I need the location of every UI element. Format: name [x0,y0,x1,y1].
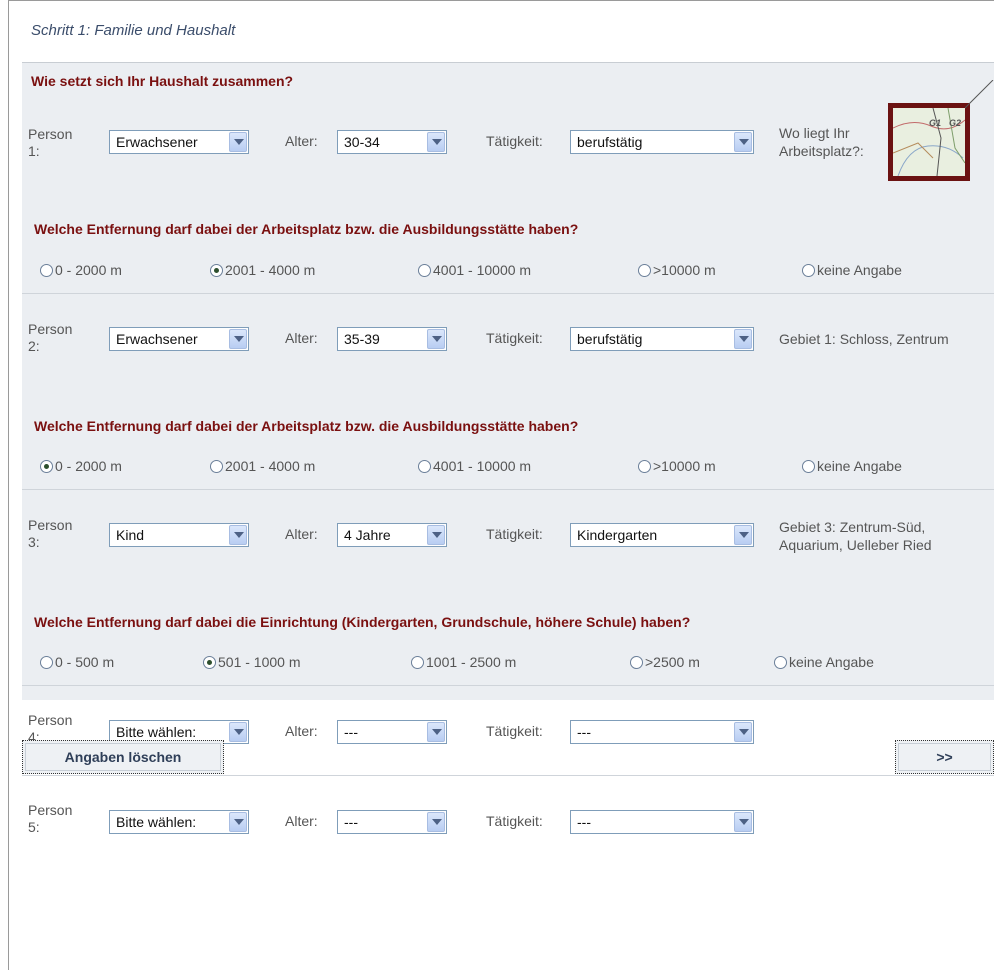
chevron-down-icon [229,722,247,742]
map-pointer-line [965,80,994,109]
person-1-label: Person 1: [28,126,73,159]
panel-top-rule [22,62,994,63]
radio-icon [411,655,424,669]
chevron-down-icon [229,525,247,545]
chevron-down-icon [229,812,247,832]
distance-1-option-4[interactable]: keine Angabe [802,262,902,278]
distance-1-option-1[interactable]: 2001 - 4000 m [210,262,315,278]
distance-2-option-3[interactable]: >10000 m [638,458,716,474]
chevron-down-icon [427,812,445,832]
person-2-label: Person 2: [28,321,73,354]
chevron-down-icon [229,132,247,152]
person-5-type-select[interactable]: Bitte wählen: [109,810,249,834]
radio-icon [774,655,787,669]
person-1-age-label: Alter: [285,133,318,149]
person-5-age-select[interactable]: --- [337,810,447,834]
radio-icon [418,263,431,277]
chevron-down-icon [734,132,752,152]
radio-checked-icon [203,655,216,669]
step-title: Schritt 1: Familie und Haushalt [31,22,236,39]
next-button-label: >> [898,743,991,771]
radio-icon [418,459,431,473]
chevron-down-icon [229,329,247,349]
person-1-activity-label: Tätigkeit: [486,133,543,149]
person-4-activity-label: Tätigkeit: [486,723,543,739]
chevron-down-icon [734,812,752,832]
person-2-age-label: Alter: [285,330,318,346]
clear-button[interactable]: Angaben löschen [22,740,224,774]
next-button[interactable]: >> [895,740,994,774]
radio-icon [210,459,223,473]
person-2-activity-label: Tätigkeit: [486,330,543,346]
distance-3-option-0[interactable]: 0 - 500 m [40,654,114,670]
distance-3-option-4[interactable]: keine Angabe [774,654,874,670]
radio-icon [40,655,53,669]
household-question: Wie setzt sich Ihr Haushalt zusammen? [31,73,294,89]
person-3-age-label: Alter: [285,526,318,542]
person-1-type-select[interactable]: Erwachsener [109,130,249,154]
chevron-down-icon [427,132,445,152]
person-3-age-select[interactable]: 4 Jahre [337,523,447,547]
chevron-down-icon [427,722,445,742]
person-4-age-label: Alter: [285,723,318,739]
person-2-info: Gebiet 1: Schloss, Zentrum [779,331,949,347]
person-3-activity-label: Tätigkeit: [486,526,543,542]
distance-1-option-0[interactable]: 0 - 2000 m [40,262,122,278]
distance-2-option-4[interactable]: keine Angabe [802,458,902,474]
map-label-g2: G2 [949,118,962,128]
person-1-age-select[interactable]: 30-34 [337,130,447,154]
radio-checked-icon [40,459,53,473]
divider [22,775,994,776]
divider [22,293,994,294]
person-2-activity-select[interactable]: berufstätig [570,327,754,351]
radio-icon [802,263,815,277]
distance-question-1: Welche Entfernung darf dabei der Arbeits… [34,221,579,237]
clear-button-label: Angaben löschen [25,743,221,771]
person-2-age-select[interactable]: 35-39 [337,327,447,351]
distance-3-option-1[interactable]: 501 - 1000 m [203,654,301,670]
distance-1-option-3[interactable]: >10000 m [638,262,716,278]
person-1-activity-select[interactable]: berufstätig [570,130,754,154]
divider [22,685,994,686]
distance-2-option-1[interactable]: 2001 - 4000 m [210,458,315,474]
radio-icon [40,263,53,277]
person-2-type-select[interactable]: Erwachsener [109,327,249,351]
radio-checked-icon [210,263,223,277]
distance-1-option-2[interactable]: 4001 - 10000 m [418,262,531,278]
divider [22,489,994,490]
distance-3-option-3[interactable]: >2500 m [630,654,700,670]
distance-question-2: Welche Entfernung darf dabei der Arbeits… [34,418,579,434]
person-5-age-label: Alter: [285,813,318,829]
distance-3-option-2[interactable]: 1001 - 2500 m [411,654,516,670]
distance-2-option-0[interactable]: 0 - 2000 m [40,458,122,474]
chevron-down-icon [427,525,445,545]
distance-2-option-2[interactable]: 4001 - 10000 m [418,458,531,474]
person-5-label: Person 5: [28,802,73,835]
person-3-activity-select[interactable]: Kindergarten [570,523,754,547]
chevron-down-icon [734,329,752,349]
radio-icon [638,263,651,277]
person-5-activity-select[interactable]: --- [570,810,754,834]
person-4-age-select[interactable]: --- [337,720,447,744]
chevron-down-icon [734,525,752,545]
person-3-label: Person 3: [28,517,73,550]
radio-icon [638,459,651,473]
radio-icon [802,459,815,473]
chevron-down-icon [734,722,752,742]
person-1-info: Wo liegt Ihr Arbeitsplatz?: [779,125,864,159]
person-5-activity-label: Tätigkeit: [486,813,543,829]
person-3-type-select[interactable]: Kind [109,523,249,547]
workplace-map-thumbnail[interactable]: G1 G2 [888,103,970,181]
map-label-g1: G1 [929,118,942,128]
radio-icon [630,655,643,669]
person-4-activity-select[interactable]: --- [570,720,754,744]
distance-question-3: Welche Entfernung darf dabei die Einrich… [34,614,691,630]
chevron-down-icon [427,329,445,349]
person-3-info: Gebiet 3: Zentrum-Süd, Aquarium, Uelleber… [779,519,932,553]
